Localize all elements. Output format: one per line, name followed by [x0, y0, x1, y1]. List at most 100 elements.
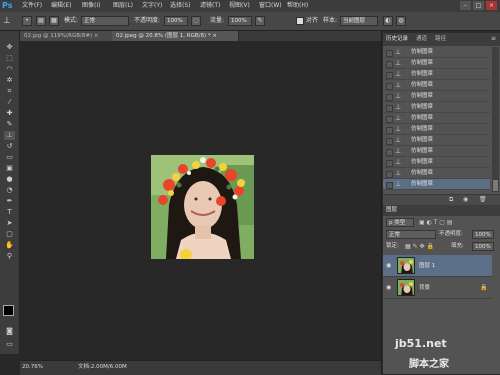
- history-item[interactable]: ⊥ 仿制图章: [383, 124, 490, 135]
- quick-mask-icon[interactable]: ◙: [4, 327, 15, 336]
- clone-stamp-tool-icon[interactable]: ⊥: [4, 131, 15, 140]
- history-item[interactable]: ⊥ 仿制图章: [383, 135, 490, 146]
- history-source-checkbox[interactable]: [386, 83, 393, 90]
- camera-icon[interactable]: ◉: [463, 196, 468, 203]
- pressure-opacity-icon[interactable]: ◌: [191, 16, 201, 26]
- eye-icon[interactable]: ◉: [386, 262, 393, 269]
- eraser-tool-icon[interactable]: ▭: [4, 153, 15, 162]
- close-button[interactable]: ×: [486, 1, 497, 10]
- brush-tool-icon[interactable]: ✎: [4, 120, 15, 129]
- menu-type[interactable]: 文字(Y): [142, 0, 162, 12]
- menu-help[interactable]: 帮助(H): [287, 0, 308, 12]
- history-item[interactable]: ⊥ 仿制图章: [383, 47, 490, 58]
- brush-panel-icon[interactable]: ▤: [36, 16, 46, 26]
- history-item[interactable]: ⊥ 仿制图章: [383, 58, 490, 69]
- menu-edit[interactable]: 编辑(E): [51, 0, 71, 12]
- clone-stamp-preset-icon[interactable]: ⊥: [3, 15, 17, 27]
- history-source-checkbox[interactable]: [386, 116, 393, 123]
- marquee-tool-icon[interactable]: ⬚: [4, 54, 15, 63]
- crop-tool-icon[interactable]: ⌗: [4, 87, 15, 96]
- panel-menu-icon[interactable]: ≡: [491, 35, 496, 42]
- fill-field[interactable]: 100%: [472, 242, 494, 251]
- lock-icons[interactable]: ▦ ✎ ✥ 🔒: [405, 242, 434, 251]
- layer-filter-icons[interactable]: ▣ ◐ T ▢ ▤: [419, 218, 479, 227]
- flow-field[interactable]: 100%: [228, 16, 252, 26]
- quick-select-tool-icon[interactable]: ✲: [4, 76, 15, 85]
- history-source-checkbox[interactable]: [386, 50, 393, 57]
- history-source-checkbox[interactable]: [386, 72, 393, 79]
- snapshot-icon[interactable]: ⧉: [449, 196, 453, 204]
- history-source-checkbox[interactable]: [386, 94, 393, 101]
- trash-icon[interactable]: 🗑: [479, 196, 487, 203]
- healing-tool-icon[interactable]: ✚: [4, 109, 15, 118]
- tab-channels[interactable]: 通道: [416, 35, 427, 44]
- menu-filter[interactable]: 滤镜(T): [200, 0, 220, 12]
- gradient-tool-icon[interactable]: ▣: [4, 164, 15, 173]
- menu-layer[interactable]: 图层(L): [113, 0, 133, 12]
- eyedropper-tool-icon[interactable]: ⁄: [4, 98, 15, 107]
- history-source-checkbox[interactable]: [386, 160, 393, 167]
- eye-icon[interactable]: ◉: [386, 284, 393, 291]
- layer-row-background[interactable]: ◉ 背景 🔒: [383, 277, 492, 299]
- history-item[interactable]: ⊥ 仿制图章: [383, 69, 490, 80]
- menu-file[interactable]: 文件(F): [22, 0, 42, 12]
- tab-document-1[interactable]: 02.jpg @ 119%(RGB/8#) ×: [20, 31, 113, 41]
- opacity-field[interactable]: 100%: [164, 16, 188, 26]
- mode-select[interactable]: 正常: [81, 16, 129, 26]
- foreground-color-swatch[interactable]: [3, 305, 14, 316]
- layer-kind-filter[interactable]: p 类型: [386, 218, 414, 227]
- history-item[interactable]: ⊥ 仿制图章: [383, 168, 490, 179]
- menu-select[interactable]: 选择(S): [170, 0, 191, 12]
- dodge-tool-icon[interactable]: ◔: [4, 186, 15, 195]
- tab-paths[interactable]: 路径: [435, 35, 446, 44]
- layer-opacity-field[interactable]: 100%: [472, 230, 494, 239]
- brush-size-icon[interactable]: •: [22, 16, 32, 26]
- zoom-level[interactable]: 20.76%: [22, 363, 43, 372]
- history-scrollbar[interactable]: [492, 47, 499, 192]
- history-item[interactable]: ⊥ 仿制图章: [383, 113, 490, 124]
- pen-tool-icon[interactable]: ✒: [4, 197, 15, 206]
- maximize-button[interactable]: □: [473, 1, 484, 10]
- history-item[interactable]: ⊥ 仿制图章: [383, 179, 490, 190]
- minimize-button[interactable]: –: [460, 1, 471, 10]
- path-select-tool-icon[interactable]: ➤: [4, 219, 15, 228]
- tab-layers[interactable]: 图层: [386, 206, 397, 215]
- blend-mode-select[interactable]: 正常: [386, 230, 436, 239]
- document-image[interactable]: [151, 155, 254, 259]
- lasso-tool-icon[interactable]: ◠: [4, 65, 15, 74]
- history-item[interactable]: ⊥ 仿制图章: [383, 102, 490, 113]
- history-source-checkbox[interactable]: [386, 138, 393, 145]
- shape-tool-icon[interactable]: ▢: [4, 230, 15, 239]
- history-source-checkbox[interactable]: [386, 149, 393, 156]
- history-source-checkbox[interactable]: [386, 127, 393, 134]
- zoom-tool-icon[interactable]: ⚲: [4, 252, 15, 261]
- layer-row-layer1[interactable]: ◉ 图层 1: [383, 255, 492, 277]
- move-tool-icon[interactable]: ✥: [4, 43, 15, 52]
- history-item[interactable]: ⊥ 仿制图章: [383, 157, 490, 168]
- blur-tool-icon[interactable]: ●: [4, 175, 15, 184]
- menu-view[interactable]: 视图(V): [229, 0, 250, 12]
- history-item[interactable]: ⊥ 仿制图章: [383, 146, 490, 157]
- screen-mode-icon[interactable]: ▭: [4, 340, 15, 349]
- tab-history[interactable]: 历史记录: [386, 35, 408, 44]
- history-scroll-thumb[interactable]: [493, 180, 498, 191]
- history-source-checkbox[interactable]: [386, 171, 393, 178]
- history-brush-tool-icon[interactable]: ↺: [4, 142, 15, 151]
- menu-image[interactable]: 图像(I): [82, 0, 100, 12]
- history-item[interactable]: ⊥ 仿制图章: [383, 91, 490, 102]
- toolbox: ✥ ⬚ ◠ ✲ ⌗ ⁄ ✚ ✎ ⊥ ↺ ▭ ▣ ● ◔ ✒ T ➤ ▢ ✋ ⚲ …: [0, 31, 20, 354]
- menu-window[interactable]: 窗口(W): [259, 0, 282, 12]
- history-source-checkbox[interactable]: [386, 182, 393, 189]
- ignore-adjustment-icon[interactable]: ◐: [383, 16, 393, 26]
- clone-source-icon[interactable]: ▦: [49, 16, 59, 26]
- hand-tool-icon[interactable]: ✋: [4, 241, 15, 250]
- history-item[interactable]: ⊥ 仿制图章: [383, 80, 490, 91]
- sample-select[interactable]: 当前图层: [340, 16, 378, 26]
- align-checkbox[interactable]: [296, 17, 304, 25]
- airbrush-icon[interactable]: ✎: [255, 16, 265, 26]
- tab-document-2[interactable]: 02.jpeg @ 20.8% (图层 1, RGB/8) * ×: [112, 31, 239, 41]
- history-source-checkbox[interactable]: [386, 105, 393, 112]
- history-source-checkbox[interactable]: [386, 61, 393, 68]
- type-tool-icon[interactable]: T: [4, 208, 15, 217]
- pressure-size-icon[interactable]: ◍: [396, 16, 406, 26]
